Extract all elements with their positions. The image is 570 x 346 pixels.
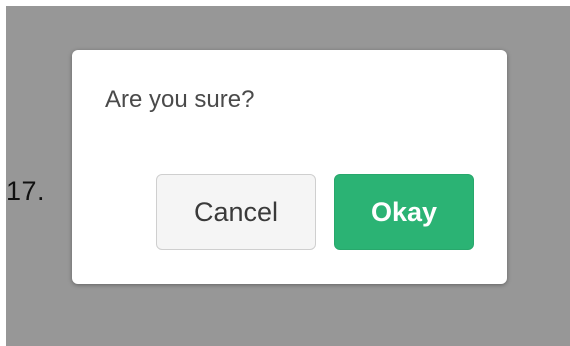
step-number: 17. (6, 176, 46, 206)
confirm-dialog: Are you sure? Cancel Okay (72, 50, 507, 284)
cancel-button[interactable]: Cancel (156, 174, 316, 250)
okay-button[interactable]: Okay (334, 174, 474, 250)
dialog-message: Are you sure? (105, 86, 255, 113)
